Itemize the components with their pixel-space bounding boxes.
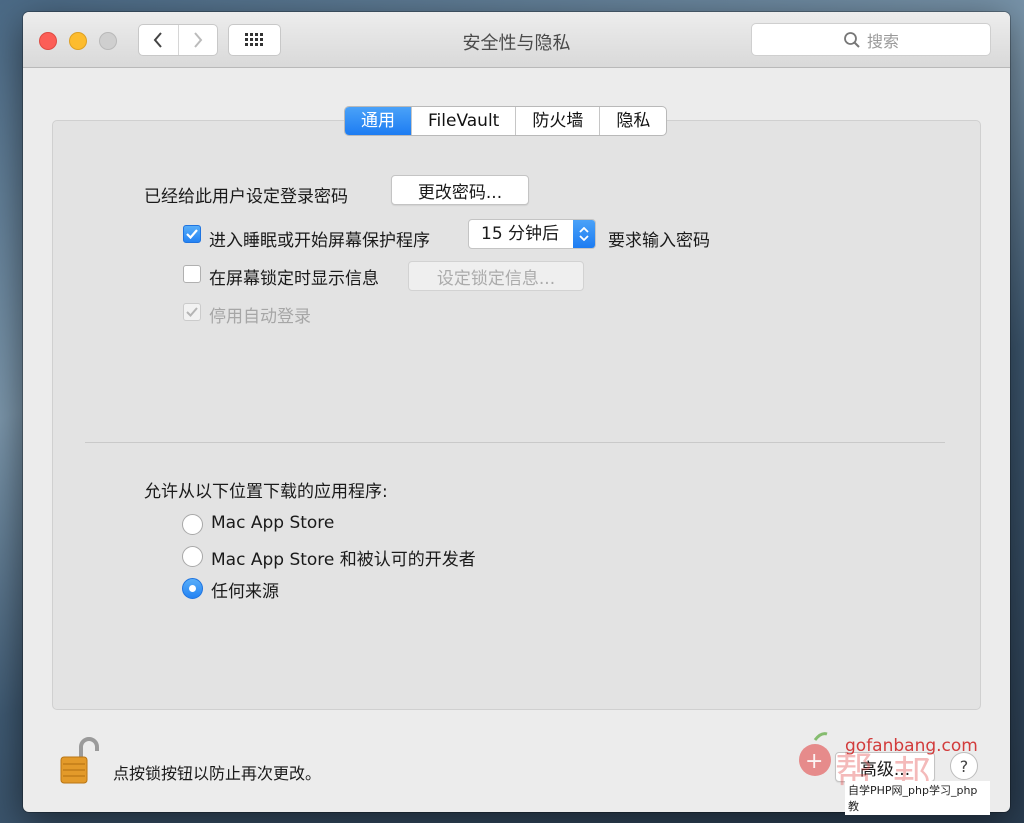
search-icon xyxy=(844,31,860,48)
lock-hint-text: 点按锁按钮以防止再次更改。 xyxy=(113,764,322,783)
tab-general[interactable]: 通用 xyxy=(345,107,411,135)
tab-privacy[interactable]: 隐私 xyxy=(599,107,666,135)
disable-auto-login-label: 停用自动登录 xyxy=(209,307,311,327)
disable-auto-login-checkbox[interactable] xyxy=(183,303,201,321)
tab-filevault[interactable]: FileVault xyxy=(411,107,515,135)
checkmark-icon xyxy=(186,307,198,317)
general-panel xyxy=(52,120,981,710)
radio-mac-app-store[interactable] xyxy=(182,514,203,535)
show-message-label: 在屏幕锁定时显示信息 xyxy=(209,269,379,289)
search-field[interactable]: 搜索 xyxy=(751,23,991,56)
radio-anywhere-label: 任何来源 xyxy=(211,582,279,602)
help-button[interactable]: ? xyxy=(950,752,978,780)
change-password-button[interactable]: 更改密码... xyxy=(391,175,529,205)
checkmark-icon xyxy=(186,229,198,240)
advanced-button[interactable]: 高级... xyxy=(835,752,935,782)
show-message-checkbox[interactable] xyxy=(183,265,201,283)
search-placeholder: 搜索 xyxy=(866,31,899,51)
tab-firewall[interactable]: 防火墙 xyxy=(515,107,599,135)
updown-arrows-icon xyxy=(573,220,595,248)
radio-anywhere[interactable] xyxy=(182,578,203,599)
password-delay-value: 15 分钟后 xyxy=(481,224,560,244)
password-set-label: 已经给此用户设定登录密码 xyxy=(144,187,348,207)
preferences-window: 安全性与隐私 搜索 通用 FileVault 防火墙 隐私 已经给此用户设定登录… xyxy=(23,12,1010,812)
titlebar: 安全性与隐私 搜索 xyxy=(23,12,1010,68)
downloads-heading: 允许从以下位置下载的应用程序: xyxy=(144,482,388,502)
require-password-suffix: 要求输入密码 xyxy=(608,231,710,251)
require-password-checkbox[interactable] xyxy=(183,225,201,243)
padlock-open-icon xyxy=(60,737,99,784)
require-password-label: 进入睡眠或开始屏幕保护程序 xyxy=(209,231,430,251)
password-delay-select[interactable]: 15 分钟后 xyxy=(468,219,596,249)
unlock-padlock-button[interactable] xyxy=(59,737,99,789)
radio-identified-developers[interactable] xyxy=(182,546,203,567)
section-divider xyxy=(85,442,945,443)
set-lock-message-button[interactable]: 设定锁定信息... xyxy=(408,261,584,291)
radio-mac-app-store-label: Mac App Store xyxy=(211,513,335,533)
radio-identified-developers-label: Mac App Store 和被认可的开发者 xyxy=(211,550,476,570)
tab-bar: 通用 FileVault 防火墙 隐私 xyxy=(344,106,668,136)
